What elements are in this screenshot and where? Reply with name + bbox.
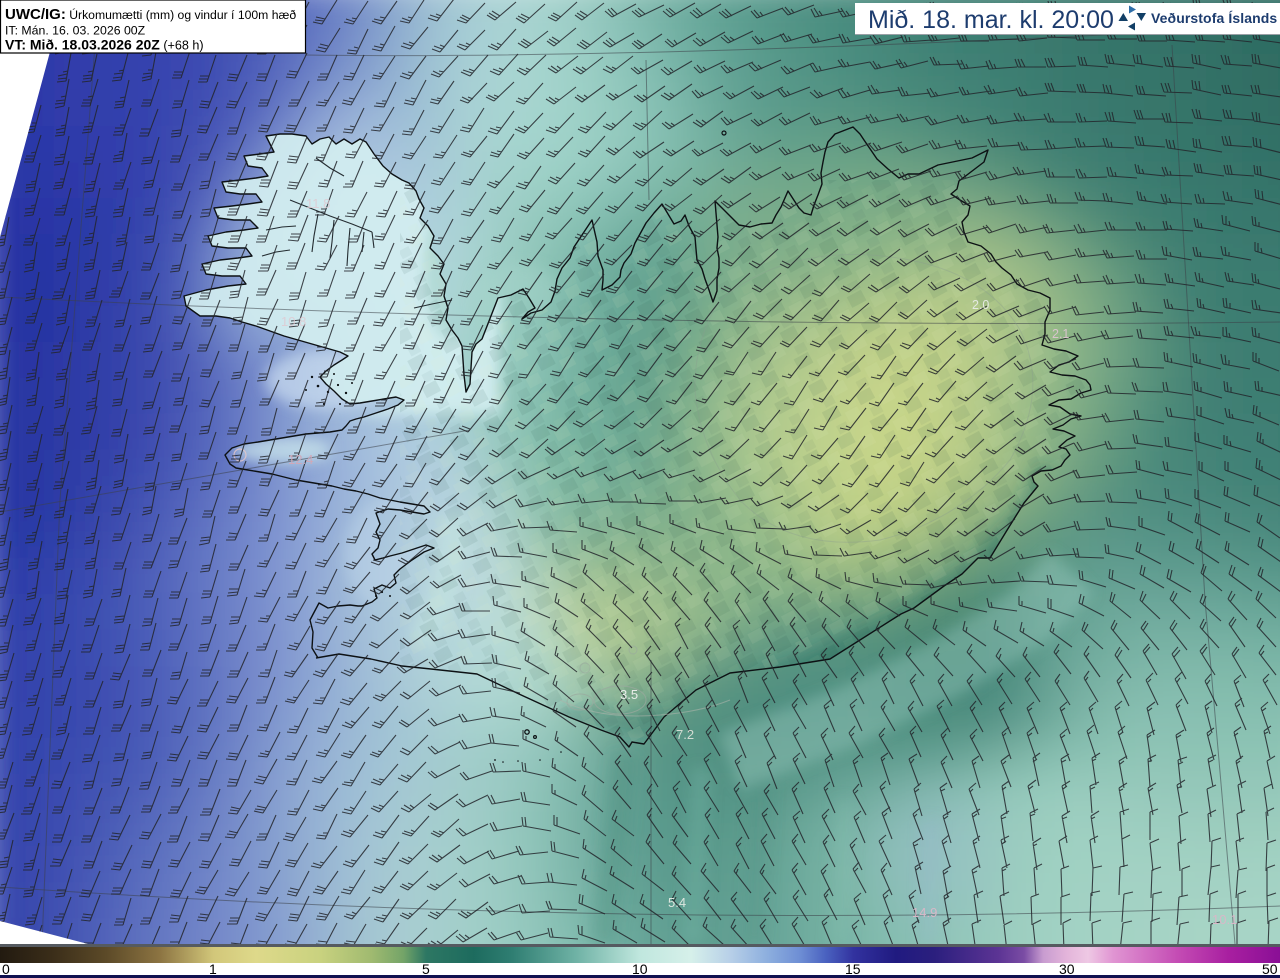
svg-text:15: 15 [845, 961, 861, 977]
svg-text:3.5: 3.5 [620, 687, 638, 702]
svg-text:5: 5 [422, 961, 430, 977]
svg-text:1: 1 [209, 961, 217, 977]
svg-text:14.9: 14.9 [912, 905, 937, 920]
svg-text:30: 30 [1059, 961, 1075, 977]
svg-text:VT: Mið. 18.03.2026 20Z (+68 h: VT: Mið. 18.03.2026 20Z (+68 h) [5, 37, 204, 53]
svg-text:11.8: 11.8 [306, 196, 330, 211]
svg-text:Mið. 18. mar. kl. 20:00: Mið. 18. mar. kl. 20:00 [868, 6, 1114, 34]
svg-text:10.8: 10.8 [281, 314, 306, 329]
svg-text:7.2: 7.2 [676, 727, 694, 742]
svg-text:Veðurstofa Íslands: Veðurstofa Íslands [1151, 10, 1277, 26]
svg-text:UWC/IG: Úrkomumætti (mm) og vi: UWC/IG: Úrkomumætti (mm) og vindur í 100… [5, 6, 296, 23]
svg-text:10: 10 [632, 961, 648, 977]
svg-text:2.0: 2.0 [972, 298, 989, 312]
svg-text:0: 0 [2, 961, 10, 977]
svg-text:10.1: 10.1 [1212, 912, 1237, 927]
svg-text:12.4: 12.4 [288, 452, 313, 467]
svg-text:2.1: 2.1 [1052, 327, 1069, 341]
svg-text:IT: Mán. 16. 03. 2026 00Z: IT: Mán. 16. 03. 2026 00Z [5, 24, 146, 38]
svg-text:50: 50 [1262, 961, 1278, 977]
svg-text:5.4: 5.4 [668, 895, 686, 910]
